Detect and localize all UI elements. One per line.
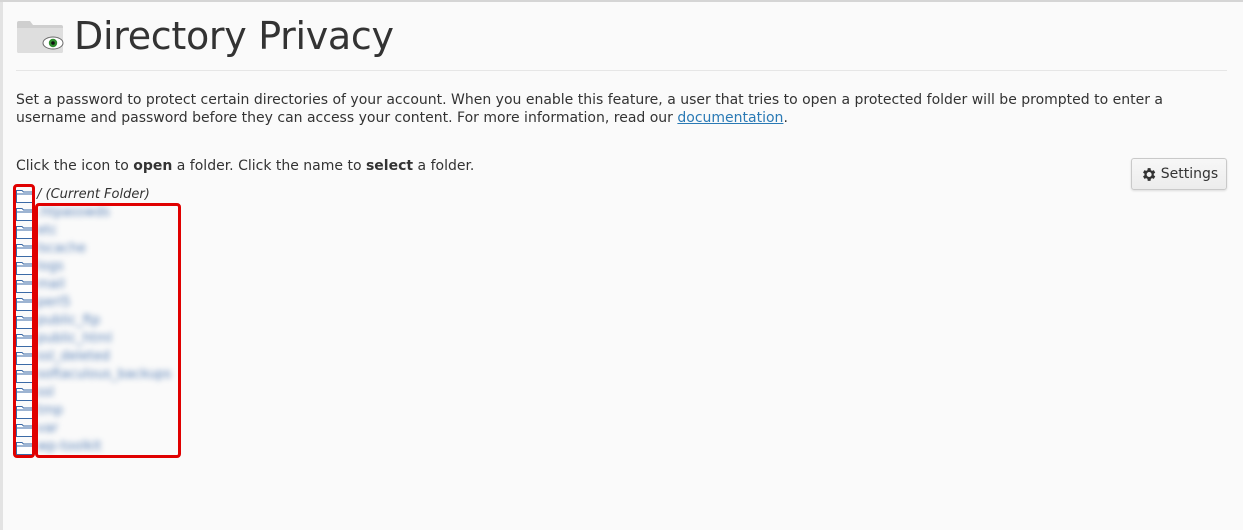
folder-icon[interactable]: [16, 440, 33, 455]
tree-row-current: / (Current Folder): [16, 186, 171, 204]
tree-row: ssl_deleted: [16, 348, 171, 366]
tree-row: public_html: [16, 330, 171, 348]
folder-icon[interactable]: [16, 350, 33, 365]
folder-icon[interactable]: [16, 386, 33, 401]
folder-name[interactable]: .htpasswds: [37, 204, 110, 222]
instruction-select: select: [365, 158, 414, 174]
folder-icon[interactable]: [16, 332, 33, 347]
tree-row: mail: [16, 276, 171, 294]
tree-row: public_ftp: [16, 312, 171, 330]
tree-row: lscache: [16, 240, 171, 258]
folder-icon[interactable]: [16, 422, 33, 437]
folder-icon[interactable]: [16, 224, 33, 239]
folder-name[interactable]: lscache: [37, 240, 86, 258]
folder-icon[interactable]: [16, 296, 33, 311]
page: Directory Privacy Set a password to prot…: [0, 0, 1243, 530]
settings-label: Settings: [1160, 166, 1219, 182]
left-border: [0, 2, 3, 530]
folder-icon[interactable]: [16, 278, 33, 293]
folder-name[interactable]: logs: [37, 258, 64, 276]
folder-name[interactable]: public_ftp: [37, 312, 100, 330]
folder-name[interactable]: ssl: [37, 384, 54, 402]
instruction-text: Click the icon to open a folder. Click t…: [16, 157, 474, 175]
page-title: Directory Privacy: [74, 14, 394, 58]
folder-name[interactable]: wp-toolkit: [37, 438, 101, 456]
divider: [16, 70, 1227, 71]
folder-name[interactable]: var: [37, 420, 58, 438]
folder-icon[interactable]: [16, 314, 33, 329]
tree-row: wp-toolkit: [16, 438, 171, 456]
folder-name[interactable]: perl5: [37, 294, 70, 312]
folder-icon[interactable]: [16, 260, 33, 275]
settings-button[interactable]: Settings: [1131, 158, 1227, 190]
folder-icon[interactable]: [16, 242, 33, 257]
folder-tree: / (Current Folder) .htpasswds etc lscache l…: [16, 186, 171, 456]
current-folder-label[interactable]: / (Current Folder): [37, 186, 150, 204]
folder-name[interactable]: mail: [37, 276, 65, 294]
tree-row: .htpasswds: [16, 204, 171, 222]
gear-icon: [1140, 166, 1157, 183]
folder-name[interactable]: tmp: [37, 402, 63, 420]
tree-row: var: [16, 420, 171, 438]
instruction-part1: Click the icon to: [16, 158, 134, 174]
folder-name[interactable]: ssl_deleted: [37, 348, 110, 366]
instruction-part2: a folder. Click the name to: [172, 158, 366, 174]
folder-name[interactable]: etc: [37, 222, 57, 240]
folder-icon[interactable]: [16, 188, 33, 203]
folder-name[interactable]: public_html: [37, 330, 112, 348]
folder-name[interactable]: softaculous_backups: [37, 366, 171, 384]
folder-eye-icon: [16, 19, 64, 53]
intro-text-end: .: [783, 110, 788, 126]
intro-text-body: Set a password to protect certain direct…: [16, 92, 1163, 126]
tree-row: etc: [16, 222, 171, 240]
instruction-part3: a folder.: [413, 158, 475, 174]
tree-row: perl5: [16, 294, 171, 312]
tree-row: logs: [16, 258, 171, 276]
instruction-open: open: [133, 158, 173, 174]
tree-row: tmp: [16, 402, 171, 420]
intro-text: Set a password to protect certain direct…: [16, 91, 1216, 127]
tree-row: softaculous_backups: [16, 366, 171, 384]
folder-icon[interactable]: [16, 404, 33, 419]
folder-icon[interactable]: [16, 368, 33, 383]
folder-icon[interactable]: [16, 206, 33, 221]
documentation-link[interactable]: documentation: [677, 110, 783, 126]
tree-row: ssl: [16, 384, 171, 402]
page-header: Directory Privacy: [16, 12, 394, 60]
